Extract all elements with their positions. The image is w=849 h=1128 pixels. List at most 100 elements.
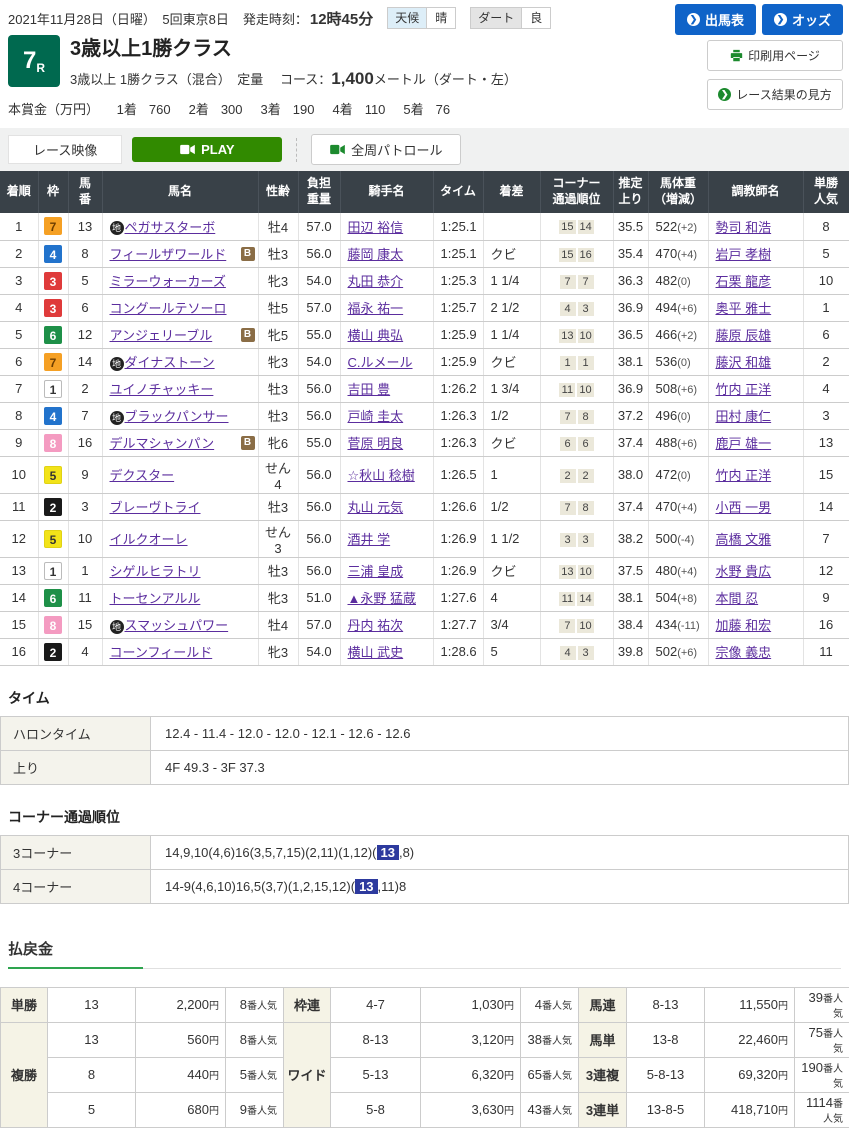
trainer-link[interactable]: 勢司 和浩 (716, 220, 772, 235)
win-popularity: 14 (803, 493, 849, 520)
time-row: ハロンタイム12.4 - 11.4 - 12.0 - 12.0 - 12.1 -… (1, 716, 849, 750)
play-button[interactable]: PLAY (132, 137, 282, 162)
trainer-link[interactable]: 岩戸 孝樹 (716, 247, 772, 262)
start-time-label: 発走時刻： (243, 9, 308, 28)
horse-number: 11 (68, 584, 102, 611)
horse-name-link[interactable]: デルマシャンパン (110, 436, 215, 451)
horse-name-link[interactable]: コーンフィールド (110, 645, 213, 660)
trainer-link[interactable]: 水野 貴広 (716, 564, 772, 579)
horse-name-link[interactable]: アンジェリーブル (110, 328, 213, 343)
bet-type-label: 3連複 (579, 1057, 627, 1092)
race-title: 3歳以上1勝クラス (70, 37, 517, 61)
horse-name-link[interactable]: シゲルヒラトリ (110, 564, 201, 579)
horse-weight-cell: 488(+6) (648, 429, 708, 456)
trainer-link[interactable]: 宗像 義忠 (716, 645, 772, 660)
horse-number: 10 (68, 520, 102, 557)
video-camera-icon (330, 144, 345, 155)
win-popularity: 2 (803, 348, 849, 375)
horse-number: 9 (68, 456, 102, 493)
trainer-link[interactable]: 本間 忍 (716, 591, 759, 606)
trainer-link[interactable]: 竹内 正洋 (716, 468, 772, 483)
horse-weight-cell: 472(0) (648, 456, 708, 493)
horse-name-link[interactable]: ペガサスターボ (125, 220, 216, 235)
horse-name-link[interactable]: ブラックパンサー (125, 409, 229, 424)
trainer-link[interactable]: 小西 一男 (716, 500, 772, 515)
corner-row-label: 4コーナー (1, 869, 151, 903)
jockey-link[interactable]: 三浦 皇成 (348, 564, 404, 579)
results-column-header: 性齢 (258, 171, 298, 213)
jockey-link[interactable]: 丸田 恭介 (348, 274, 404, 289)
payout-combination: 5-13 (331, 1057, 421, 1092)
print-page-button[interactable]: 印刷用ページ (707, 40, 843, 71)
jockey-link[interactable]: ▲永野 猛蔵 (348, 591, 416, 606)
jockey-link[interactable]: 丸山 元気 (348, 500, 404, 515)
horse-name-link[interactable]: ユイノチャッキー (110, 382, 214, 397)
horse-name-link[interactable]: コングールテソーロ (110, 301, 227, 316)
horse-name-link[interactable]: スマッシュパワー (125, 618, 229, 633)
result-guide-button[interactable]: ❯ レース結果の見方 (707, 79, 843, 110)
horse-name-cell: イルクオーレ (102, 520, 258, 557)
waku-cell: 7 (38, 348, 68, 375)
trainer-link[interactable]: 高橋 文雅 (716, 532, 772, 547)
margin-cell: 5 (483, 638, 540, 665)
margin-cell: クビ (483, 348, 540, 375)
jockey-link[interactable]: 菅原 明良 (348, 436, 404, 451)
jockey-cell: 丸田 恭介 (340, 267, 433, 294)
odds-button[interactable]: ❯ オッズ (762, 4, 843, 35)
payout-row: 5680円9番人気5-83,630円43番人気3連単13-8-5418,710円… (1, 1092, 849, 1127)
time-table: ハロンタイム12.4 - 11.4 - 12.0 - 12.0 - 12.1 -… (0, 716, 849, 785)
horse-name-link[interactable]: ダイナストーン (125, 355, 215, 370)
horse-number: 6 (68, 294, 102, 321)
start-time: 12時45分 (310, 8, 373, 29)
load-weight: 56.0 (298, 240, 340, 267)
corner4-pos: 14 (578, 220, 594, 234)
results-column-header: 調教師名 (708, 171, 803, 213)
results-column-header: 馬名 (102, 171, 258, 213)
jockey-link[interactable]: ☆秋山 稔樹 (348, 468, 415, 483)
trainer-link[interactable]: 藤沢 和雄 (716, 355, 772, 370)
corner3-pos: 4 (560, 646, 576, 660)
payout-heading-wrap: 払戻金 (8, 938, 841, 969)
jockey-link[interactable]: 酒井 学 (348, 532, 391, 547)
jockey-link[interactable]: 戸崎 圭太 (348, 409, 404, 424)
jockey-link[interactable]: 丹内 祐次 (348, 618, 404, 633)
horse-name-cell: 地スマッシュパワー (102, 611, 258, 638)
horse-name-link[interactable]: フィールザワールド (110, 247, 227, 262)
entry-table-button[interactable]: ❯ 出馬表 (675, 4, 756, 35)
payout-row: 8440円5番人気5-136,320円65番人気3連複5-8-1369,320円… (1, 1057, 849, 1092)
trainer-link[interactable]: 加藤 和宏 (716, 618, 772, 633)
jockey-link[interactable]: C.ルメール (348, 355, 413, 370)
horse-name-link[interactable]: デクスター (110, 468, 175, 483)
jockey-link[interactable]: 藤岡 康太 (348, 247, 404, 262)
trainer-link[interactable]: 鹿戸 雄一 (716, 436, 772, 451)
horse-name-link[interactable]: ミラーウォーカーズ (110, 274, 226, 289)
time-cell: 1:25.1 (433, 240, 483, 267)
time-row-label: ハロンタイム (1, 716, 151, 750)
trainer-link[interactable]: 藤原 辰雄 (716, 328, 772, 343)
jockey-link[interactable]: 横山 武史 (348, 645, 404, 660)
patrol-video-button[interactable]: 全周パトロール (311, 134, 461, 165)
horse-number: 3 (68, 493, 102, 520)
payout-combination: 13 (48, 1022, 136, 1057)
horse-name-link[interactable]: イルクオーレ (110, 532, 188, 547)
horse-name-link[interactable]: トーセンアルル (110, 591, 201, 606)
horse-name-link[interactable]: ブレーヴトライ (110, 500, 201, 515)
payout-combination: 5 (48, 1092, 136, 1127)
payout-combination: 13-8-5 (627, 1092, 705, 1127)
trainer-link[interactable]: 田村 康仁 (716, 409, 772, 424)
jockey-link[interactable]: 吉田 豊 (348, 382, 391, 397)
trainer-link[interactable]: 奥平 雅士 (716, 301, 772, 316)
jockey-cell: 戸崎 圭太 (340, 402, 433, 429)
race-number-suffix: R (36, 61, 45, 75)
corner3-pos: 11 (559, 592, 575, 606)
trainer-link[interactable]: 竹内 正洋 (716, 382, 772, 397)
corner-row-value: 14-9(4,6,10)16,5(3,7)(1,2,15,12)(13,11)8 (151, 869, 849, 903)
jockey-link[interactable]: 田辺 裕信 (348, 220, 404, 235)
corner3-pos: 4 (560, 302, 576, 316)
time-cell: 1:27.6 (433, 584, 483, 611)
jockey-link[interactable]: 福永 祐一 (348, 301, 404, 316)
trainer-link[interactable]: 石栗 龍彦 (716, 274, 772, 289)
course-distance: 1,400 (331, 69, 374, 88)
jockey-link[interactable]: 横山 典弘 (348, 328, 404, 343)
load-weight: 55.0 (298, 321, 340, 348)
